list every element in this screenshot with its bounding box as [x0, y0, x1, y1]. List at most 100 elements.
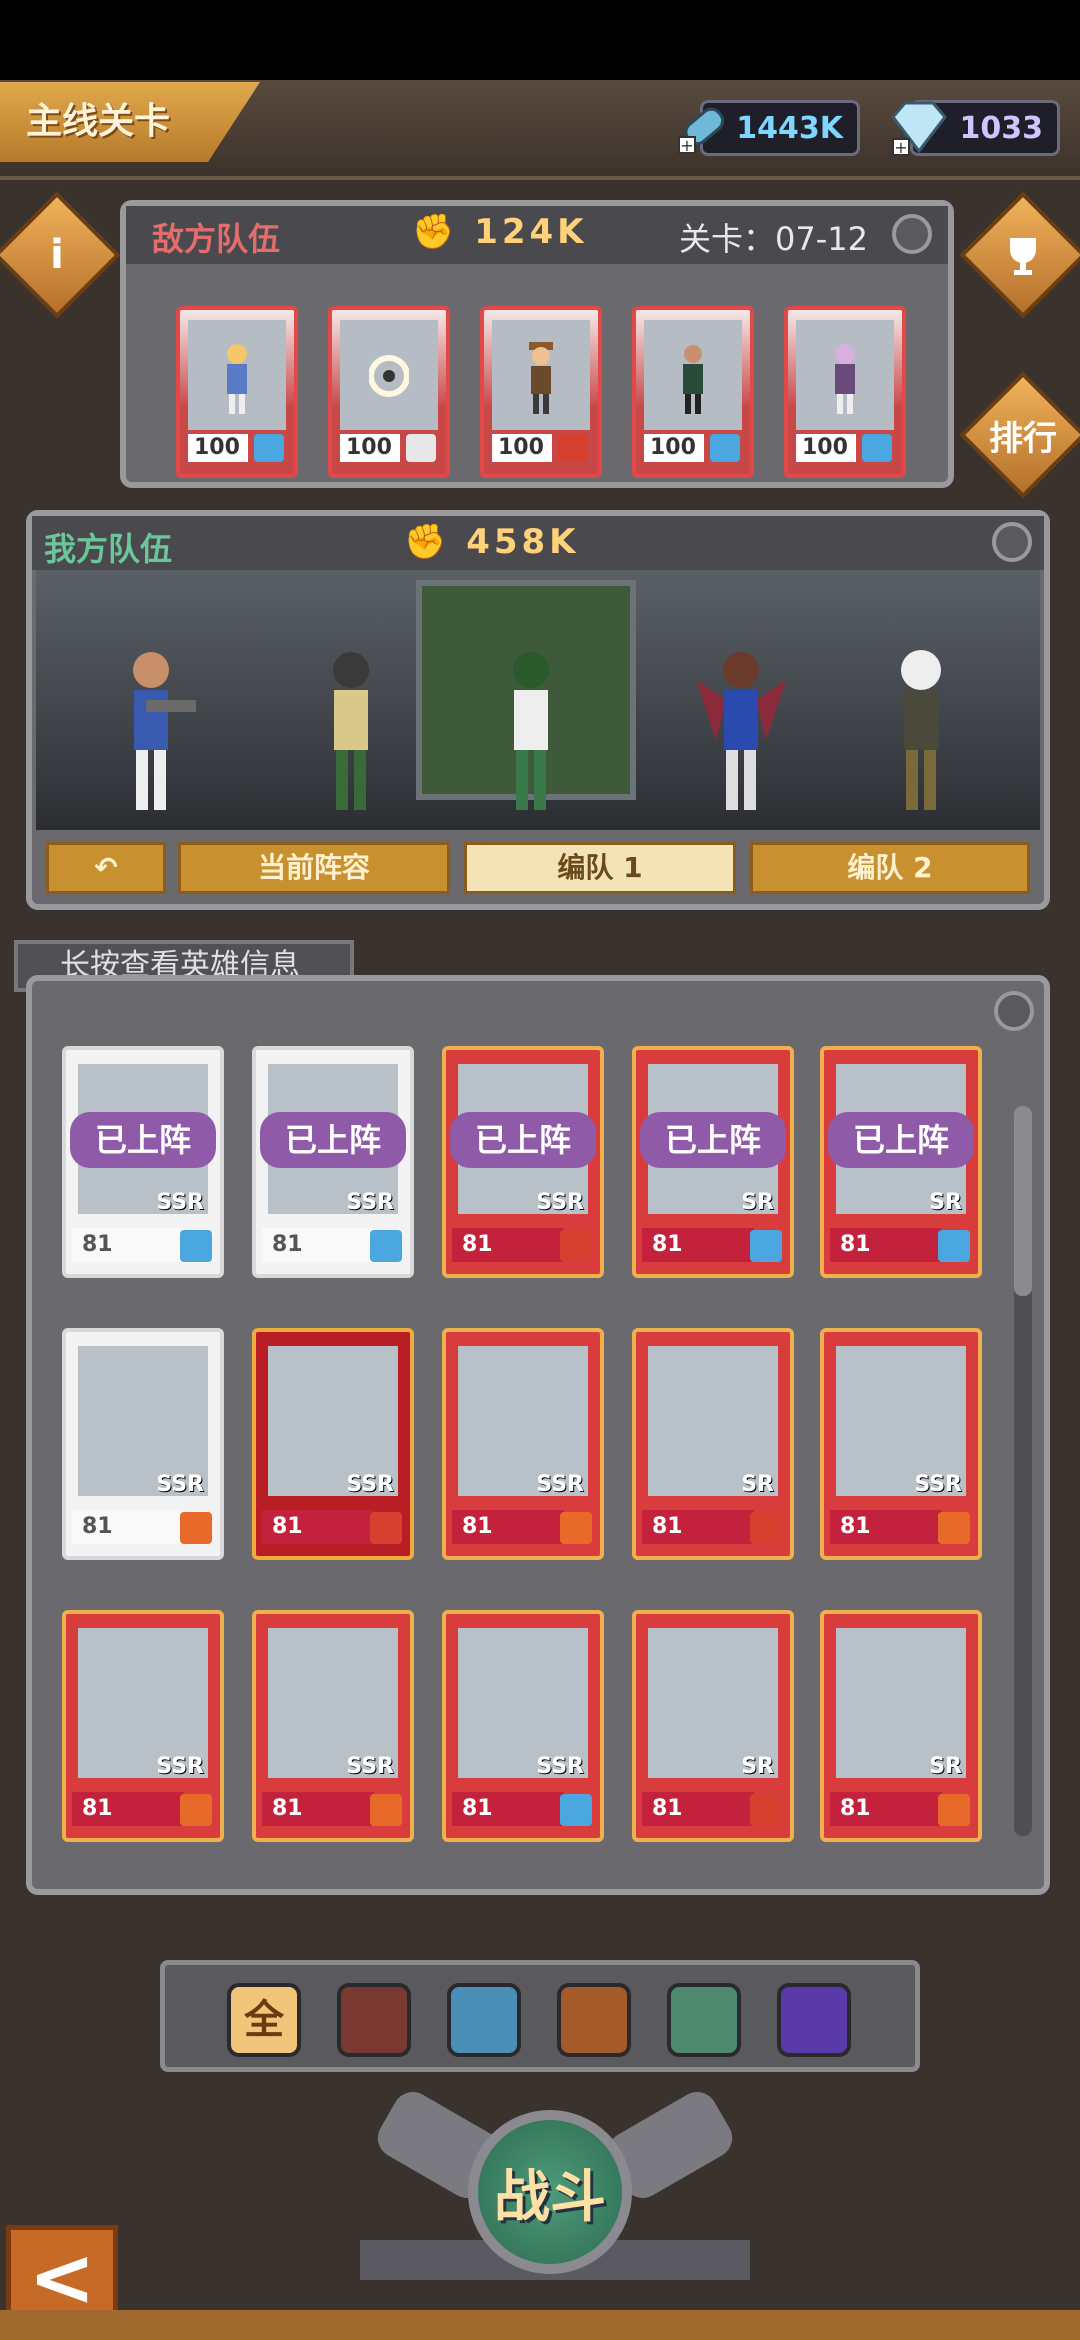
rarity-label: SSR [346, 1190, 394, 1215]
hero-card[interactable]: SSR 81 已上阵 [252, 1046, 414, 1278]
element-icon [180, 1230, 212, 1262]
diamond-icon: + [891, 101, 947, 157]
leaderboard-button[interactable]: 排行 [959, 371, 1080, 499]
gem-counter[interactable]: + 1033 [891, 100, 1060, 157]
ally-power: ✊ 458K [404, 522, 580, 562]
feather-filter[interactable] [667, 1983, 741, 2057]
hero-level: 81 [262, 1792, 374, 1826]
bottom-strip [0, 2310, 1080, 2340]
enemy-level: 100 [644, 434, 704, 462]
infinity-filter[interactable] [777, 1983, 851, 2057]
enemy-level: 100 [340, 434, 400, 462]
hero-card[interactable]: SR 81 [632, 1328, 794, 1560]
element-icon [560, 1230, 592, 1262]
info-icon: i [50, 232, 64, 278]
element-icon [938, 1794, 970, 1826]
element-icon [938, 1230, 970, 1262]
element-icon [254, 434, 284, 462]
scroll-thumb[interactable] [1014, 1106, 1032, 1296]
element-icon [862, 434, 892, 462]
hero-card[interactable]: SSR 81 [252, 1328, 414, 1560]
current-lineup-button[interactable]: 当前阵容 [178, 842, 450, 894]
element-filter-bar: 全 [160, 1960, 920, 2072]
hero-card[interactable]: SSR 81 [442, 1328, 604, 1560]
fist-icon: ✊ [412, 212, 459, 252]
ally-team-title: 我方队伍 [44, 530, 173, 568]
enemy-card-4[interactable]: 100 [632, 306, 754, 478]
ally-hero-5[interactable] [876, 640, 966, 820]
hero-card[interactable]: SR 81 [632, 1610, 794, 1842]
element-icon [370, 1794, 402, 1826]
trophy-button[interactable] [959, 191, 1080, 319]
rarity-label: SSR [346, 1472, 394, 1497]
wolf-filter[interactable] [447, 1983, 521, 2057]
ally-hero-1[interactable] [106, 640, 196, 820]
team-2-button[interactable]: 编队 2 [750, 842, 1030, 894]
settings-icon[interactable] [994, 991, 1034, 1031]
hero-card[interactable]: SR 81 已上阵 [632, 1046, 794, 1278]
hero-card[interactable]: SSR 81 [820, 1328, 982, 1560]
enemy-card-2[interactable]: 100 [328, 306, 450, 478]
hero-level: 81 [830, 1228, 942, 1262]
enemy-team-title: 敌方队伍 [152, 220, 281, 258]
enemy-card-3[interactable]: 100 [480, 306, 602, 478]
ally-hero-2[interactable] [306, 640, 396, 820]
rarity-label: SSR [536, 1190, 584, 1215]
hero-level: 81 [262, 1510, 374, 1544]
hero-portrait [227, 344, 247, 414]
all-filter[interactable]: 全 [227, 1983, 301, 2057]
element-icon [560, 1512, 592, 1544]
undo-button[interactable]: ↶ [46, 842, 166, 894]
element-icon [750, 1794, 782, 1826]
element-icon [710, 434, 740, 462]
deployed-badge: 已上阵 [450, 1112, 596, 1168]
hero-card[interactable]: SR 81 [820, 1610, 982, 1842]
rarity-label: SR [741, 1472, 774, 1497]
hero-portrait [835, 344, 855, 414]
hero-portrait [683, 345, 703, 414]
element-icon [560, 1794, 592, 1826]
team-1-button[interactable]: 编队 1 [464, 842, 736, 894]
hero-level: 81 [830, 1510, 942, 1544]
settings-icon[interactable] [892, 214, 932, 254]
hero-card[interactable]: SSR 81 [62, 1328, 224, 1560]
hero-card[interactable]: SSR 81 已上阵 [62, 1046, 224, 1278]
enemy-card-5[interactable]: 100 [784, 306, 906, 478]
battle-button[interactable]: 战斗 [468, 2110, 632, 2274]
element-icon [180, 1794, 212, 1826]
rarity-label: SSR [914, 1472, 962, 1497]
hero-card[interactable]: SR 81 已上阵 [820, 1046, 982, 1278]
hero-card[interactable]: SSR 81 [442, 1610, 604, 1842]
enemy-level: 100 [492, 434, 552, 462]
settings-icon[interactable] [992, 522, 1032, 562]
trophy-icon [1010, 238, 1036, 275]
deployed-badge: 已上阵 [640, 1112, 786, 1168]
hero-level: 81 [830, 1792, 942, 1826]
gem-value: 1033 [959, 111, 1044, 146]
hero-list-scrollbar[interactable] [1014, 1106, 1032, 1836]
dragon-filter[interactable] [557, 1983, 631, 2057]
hero-card[interactable]: SSR 81 [252, 1610, 414, 1842]
enemy-card-1[interactable]: 100 [176, 306, 298, 478]
hero-level: 81 [642, 1228, 754, 1262]
energy-counter[interactable]: + 1443K [678, 100, 860, 156]
hero-card[interactable]: SSR 81 已上阵 [442, 1046, 604, 1278]
fire-claw-filter[interactable] [337, 1983, 411, 2057]
hero-card[interactable]: SSR 81 [62, 1610, 224, 1842]
energy-value: 1443K [736, 111, 843, 146]
hero-level: 81 [72, 1792, 184, 1826]
deployed-badge: 已上阵 [828, 1112, 974, 1168]
element-icon [370, 1230, 402, 1262]
rarity-label: SSR [156, 1754, 204, 1779]
info-button[interactable]: i [0, 191, 121, 319]
ally-hero-3[interactable] [486, 640, 576, 820]
hero-level: 81 [452, 1510, 564, 1544]
enemy-power-value: 124K [474, 212, 588, 252]
hero-level: 81 [642, 1510, 754, 1544]
formation-bar: ↶ 当前阵容 编队 1 编队 2 [46, 842, 1030, 894]
element-icon [180, 1512, 212, 1544]
enemy-level: 100 [188, 434, 248, 462]
hero-level: 81 [262, 1228, 374, 1262]
ally-hero-4[interactable] [696, 640, 786, 820]
fist-icon: ✊ [404, 522, 451, 562]
